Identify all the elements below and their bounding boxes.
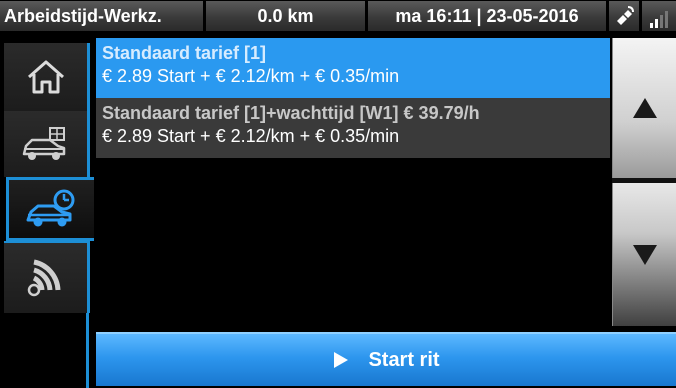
- satellite-icon: [609, 1, 639, 31]
- status-bar: Arbeidstijd-Werkz. 0.0 km ma 16:11 | 23-…: [0, 0, 676, 33]
- home-icon: [27, 60, 64, 94]
- car-tariff-icon: [26, 189, 74, 227]
- signal-bars-icon: [642, 1, 676, 31]
- tariff-list: Standaard tarief [1] € 2.89 Start + € 2.…: [96, 38, 610, 328]
- tariff-price: € 2.89 Start + € 2.12/km + € 0.35/min: [102, 126, 400, 146]
- tariff-price: € 2.89 Start + € 2.12/km + € 0.35/min: [102, 66, 400, 86]
- sidebar-item-taxi-meter[interactable]: [4, 111, 90, 177]
- scroll-down-button[interactable]: [612, 183, 676, 326]
- sidebar-nav: [0, 33, 96, 388]
- taxi-meter-icon: [22, 127, 65, 160]
- sidebar-item-tariff[interactable]: [6, 177, 94, 241]
- play-icon: [334, 352, 349, 368]
- work-mode-status: Arbeidstijd-Werkz.: [0, 1, 203, 31]
- tariff-item[interactable]: Standaard tarief [1]+wachttijd [W1] € 39…: [96, 98, 610, 158]
- tariff-name: Standaard tarief [1]: [102, 43, 267, 63]
- triangle-up-icon: [632, 98, 657, 118]
- start-ride-label: Start rit: [368, 348, 440, 371]
- sidebar-item-home[interactable]: [4, 43, 90, 111]
- start-ride-button[interactable]: Start rit: [96, 332, 676, 386]
- sidebar-item-wireless[interactable]: [4, 241, 90, 313]
- distance-readout: 0.0 km: [206, 1, 365, 31]
- wireless-signal-icon: [27, 259, 60, 297]
- sidebar-divider: [86, 313, 89, 388]
- tariff-item-selected[interactable]: Standaard tarief [1] € 2.89 Start + € 2.…: [96, 38, 610, 98]
- datetime-readout: ma 16:11 | 23-05-2016: [368, 1, 606, 31]
- tariff-name: Standaard tarief [1]+wachttijd [W1] € 39…: [102, 103, 480, 123]
- scroll-up-button[interactable]: [612, 38, 676, 178]
- triangle-down-icon: [632, 244, 657, 265]
